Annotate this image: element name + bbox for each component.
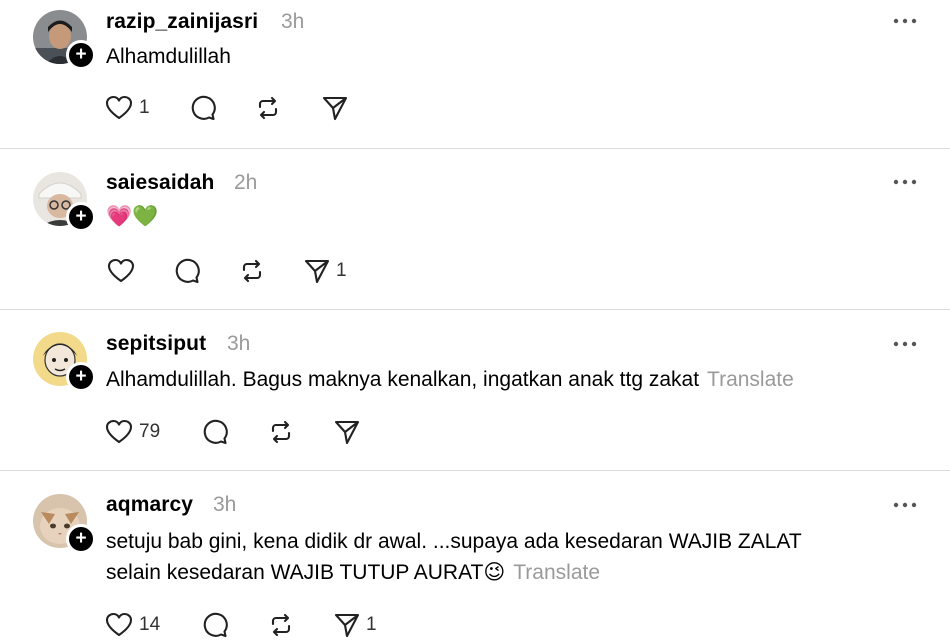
username[interactable]: sepitsiput [106,332,206,356]
follow-button[interactable]: + [66,202,96,232]
share-button[interactable]: 1 [304,258,347,284]
like-button[interactable]: 79 [105,419,160,445]
post-sepitsiput: + sepitsiput 3h Alhamdulillah. Bagus mak… [0,309,950,471]
repost-button[interactable] [239,258,265,284]
share-count: 1 [336,260,347,281]
like-count: 79 [139,421,161,442]
timestamp: 2h [234,171,258,194]
timestamp: 3h [227,332,251,355]
repost-button[interactable] [255,95,281,121]
translate-link[interactable]: Translate [513,561,600,584]
more-icon[interactable] [893,17,917,25]
follow-button[interactable]: + [66,40,96,70]
comment-icon [190,95,216,121]
comment-icon [174,258,200,284]
send-icon [334,612,360,638]
comment-icon [202,612,228,638]
post-text-content: Alhamdulillah. Bagus maknya kenalkan, in… [106,368,700,391]
repost-icon [255,95,281,121]
plus-icon: + [75,527,87,549]
more-icon[interactable] [893,501,917,509]
reply-button[interactable] [202,612,228,638]
more-icon[interactable] [893,340,917,348]
post-aqmarcy: + aqmarcy 3h setuju bab gini, kena didik… [0,470,950,644]
post-razip: + razip_zainijasri 3h Alhamdulillah 1 [0,0,950,148]
reply-button[interactable] [190,95,216,121]
repost-button[interactable] [268,419,294,445]
timestamp: 3h [281,10,305,33]
share-button[interactable] [322,95,348,121]
heart-icon [105,612,133,638]
share-button[interactable]: 1 [334,612,377,638]
username[interactable]: razip_zainijasri [106,10,258,34]
timestamp: 3h [213,493,237,516]
repost-icon [268,419,294,445]
more-icon[interactable] [893,178,917,186]
comment-icon [202,419,228,445]
repost-button[interactable] [268,612,294,638]
like-count: 14 [139,614,161,635]
share-count: 1 [366,614,377,635]
send-icon [322,95,348,121]
like-button[interactable]: 1 [105,95,150,121]
reply-button[interactable] [202,419,228,445]
repost-icon [239,258,265,284]
reply-button[interactable] [174,258,200,284]
post-text: setuju bab gini, kena didik dr awal. ...… [106,526,802,588]
username[interactable]: saiesaidah [106,171,214,195]
heart-icon [105,95,133,121]
post-text: Alhamdulillah. Bagus maknya kenalkan, in… [106,364,794,395]
send-icon [304,258,330,284]
plus-icon: + [75,43,87,65]
plus-icon: + [75,365,87,387]
post-saiesaidah: + saiesaidah 2h 💗💚 1 [0,148,950,310]
translate-link[interactable]: Translate [707,368,794,391]
username[interactable]: aqmarcy [106,493,193,517]
heart-icon [107,258,135,284]
follow-button[interactable]: + [66,362,96,392]
like-count: 1 [139,97,150,118]
send-icon [334,419,360,445]
like-button[interactable]: 14 [105,612,160,638]
like-button[interactable] [107,258,135,284]
post-text: 💗💚 [106,205,159,228]
heart-icon [105,419,133,445]
repost-icon [268,612,294,638]
share-button[interactable] [334,419,360,445]
post-text-line: setuju bab gini, kena didik dr awal. ...… [106,530,802,553]
post-text-content: selain kesedaran WAJIB TUTUP AURAT😉 [106,561,506,584]
plus-icon: + [75,205,87,227]
follow-button[interactable]: + [66,524,96,554]
post-text: Alhamdulillah [106,45,231,68]
post-text-line: selain kesedaran WAJIB TUTUP AURAT😉 Trans… [106,557,802,588]
